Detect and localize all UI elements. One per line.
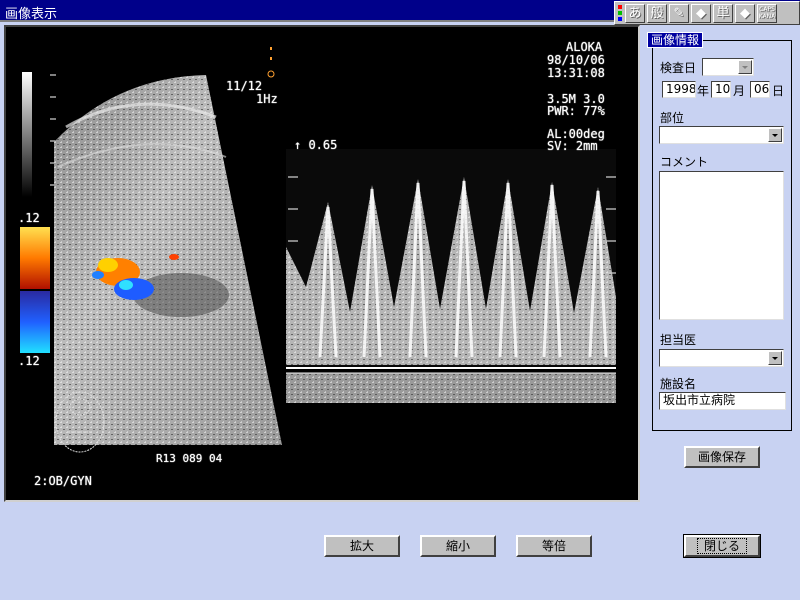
ime-dictionary-button[interactable]: 単 — [713, 4, 733, 23]
doctor-label: 担当医 — [660, 333, 697, 347]
chevron-down-icon[interactable] — [738, 60, 752, 74]
actual-size-button[interactable]: 等倍 — [516, 535, 592, 557]
ultrasound-graphic — [20, 47, 616, 453]
exam-date-label: 検査日 — [660, 61, 697, 75]
chevron-down-icon[interactable] — [768, 128, 782, 142]
save-image-button[interactable]: 画像保存 — [684, 446, 760, 468]
frame-rate: 1Hz — [256, 92, 278, 106]
site-select[interactable] — [659, 126, 784, 144]
site-label: 部位 — [660, 111, 685, 125]
ime-tool-button[interactable]: ◆ — [691, 4, 711, 23]
ime-toolbar: あ 般 ✎ ◆ 単 ◆ CAPS KANA — [614, 1, 800, 25]
close-button[interactable]: 閉じる — [683, 534, 761, 558]
window-title: 画像表示 — [5, 7, 58, 22]
facility-field[interactable]: 坂出市立病院 — [659, 392, 786, 410]
comment-label: コメント — [660, 155, 709, 169]
ime-pad-button[interactable]: ✎ — [669, 4, 689, 23]
velocity-min-label: .12 — [18, 354, 40, 368]
preset-mode-label: 2:OB/GYN — [34, 474, 92, 488]
chevron-down-icon[interactable] — [768, 351, 782, 365]
velocity-max-label: .12 — [18, 211, 40, 225]
image-footer-text: R13 089 04 — [156, 452, 223, 465]
sample-volume-readout: SV: 2mm — [547, 139, 598, 153]
doctor-select[interactable] — [659, 349, 784, 367]
comment-textarea[interactable] — [659, 171, 784, 320]
power-readout: PWR: 77% — [547, 104, 605, 118]
day-field[interactable]: 06 — [750, 81, 770, 98]
ime-convert-button[interactable]: 般 — [647, 4, 667, 23]
exam-date-combo[interactable] — [702, 58, 754, 76]
day-unit-label: 日 — [772, 84, 785, 98]
close-button-label: 閉じる — [696, 538, 747, 554]
ime-mode-button[interactable]: あ — [625, 4, 645, 23]
year-field[interactable]: 1998 — [662, 81, 696, 98]
ime-grip-handle[interactable] — [618, 5, 622, 21]
zoom-in-button[interactable]: 拡大 — [324, 535, 400, 557]
zoom-out-button[interactable]: 縮小 — [420, 535, 496, 557]
caps-kana-indicator: CAPS KANA — [757, 4, 777, 23]
image-info-tab: 画像情報 — [647, 32, 704, 48]
facility-label: 施設名 — [660, 377, 697, 391]
year-unit-label: 年 — [697, 84, 710, 98]
month-unit-label: 月 — [733, 84, 746, 98]
ime-help-button[interactable]: ◆ — [735, 4, 755, 23]
velocity-scale: ↑ 0.65 — [294, 138, 338, 152]
month-field[interactable]: 10 — [711, 81, 731, 98]
exam-time-overlay: 13:31:08 — [547, 66, 605, 80]
ultrasound-image: ALOKA 98/10/06 13:31:08 3.5M 3.0 PWR: 77… — [4, 25, 640, 502]
